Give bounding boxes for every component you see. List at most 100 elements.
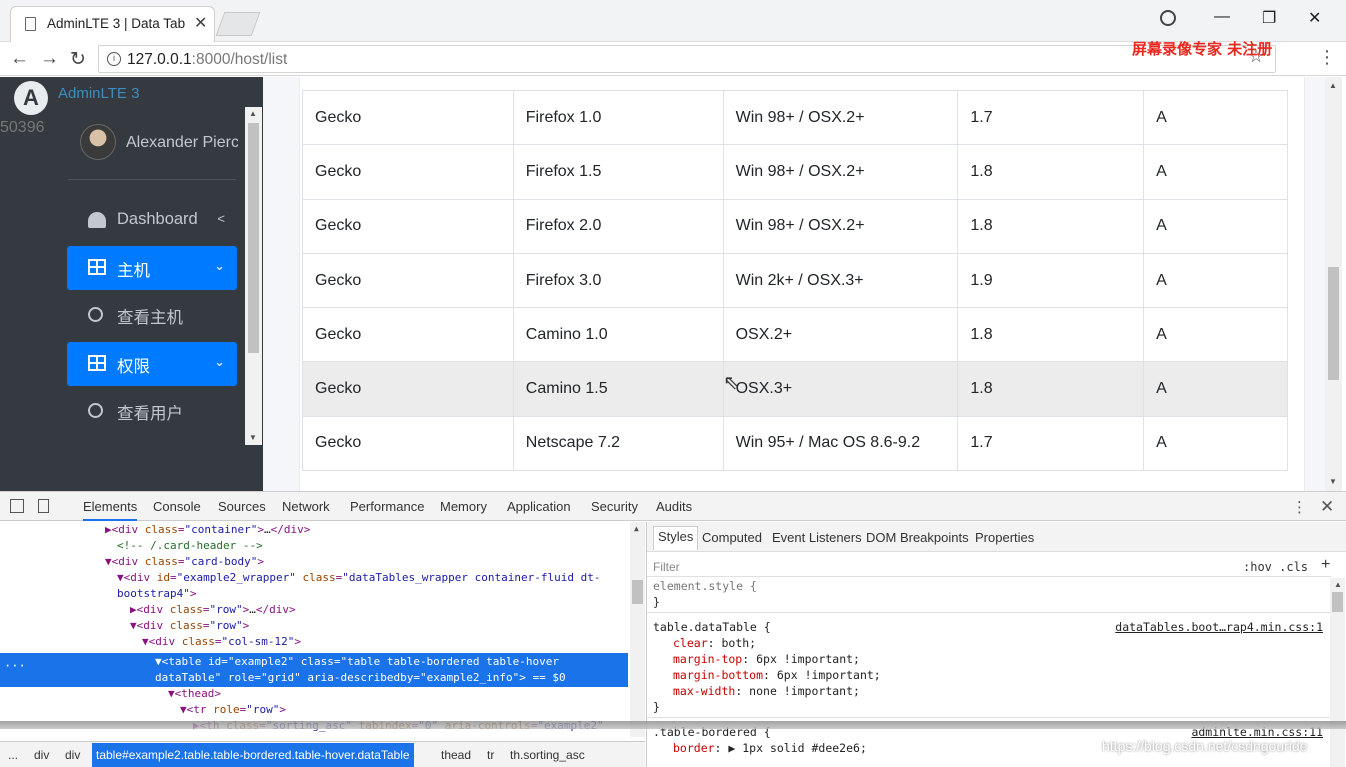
forward-icon[interactable]: → [40,48,59,70]
dom-comment[interactable]: <!-- /.card-header --> [117,538,263,554]
tab-memory[interactable]: Memory [440,499,487,514]
devtools-menu-icon[interactable]: ⋮ [1292,498,1307,516]
new-tab-button[interactable] [215,12,261,36]
style-property[interactable]: margin-bottom: 6px !important; [673,667,881,683]
scroll-up-icon[interactable]: ▲ [634,524,639,533]
sidebar-item-view-hosts[interactable]: 查看主机 [67,293,237,337]
styles-scrollbar[interactable]: ▲ [1330,578,1345,767]
account-icon[interactable] [1160,10,1176,26]
table-row[interactable]: Gecko Camino 1.0 OSX.2+ 1.8 A [302,307,1288,363]
close-tab-icon[interactable]: ✕ [194,13,207,33]
devtools-close-icon[interactable]: ✕ [1320,497,1334,517]
brand-text[interactable]: AdminLTE 3 [58,85,139,102]
styles-filter-input[interactable]: Filter [653,560,680,574]
scroll-up-icon[interactable]: ▲ [1329,81,1337,90]
breadcrumb-item[interactable]: thead [441,748,471,762]
browser-tab[interactable]: AdminLTE 3 | Data Tab ✕ [10,6,215,42]
tab-security[interactable]: Security [591,499,638,514]
table-cell: Firefox 1.5 [512,144,724,200]
rule-selector[interactable]: element.style { [653,578,757,594]
table-row[interactable]: Gecko Camino 1.5 OSX.3+ 1.8 A [302,361,1288,417]
tab-properties[interactable]: Properties [975,530,1034,545]
tab-event-listeners[interactable]: Event Listeners [772,530,862,545]
sidebar-item-permissions[interactable]: 权限 ⌄ [67,342,237,386]
table-cell: 1.7 [957,89,1145,146]
table-row[interactable]: Gecko Netscape 7.2 Win 95+ / Mac OS 8.6-9.… [302,415,1288,472]
rule-selector[interactable]: table.dataTable { dataTables.boot…rap4.m… [653,619,1323,635]
dom-node[interactable]: ▼<div class="card-body"> [105,554,264,570]
tab-audits[interactable]: Audits [656,499,692,514]
table-cell: 1.8 [957,144,1145,200]
sidebar-item-dashboard[interactable]: Dashboard < [67,199,237,243]
page-scrollbar[interactable]: ▲ ▼ [1325,77,1342,491]
selected-dom-node[interactable]: ··· ▼<table id="example2" class="table t… [0,653,628,687]
tab-styles[interactable]: Styles [653,526,699,550]
scroll-up-icon[interactable]: ▲ [249,109,257,118]
breadcrumb-item[interactable]: tr [487,748,494,762]
table-row[interactable]: Gecko Firefox 1.5 Win 98+ / OSX.2+ 1.8 A [302,144,1288,200]
sidebar-scrollbar[interactable]: ▲ ▼ [245,107,262,445]
sidebar-item-hosts[interactable]: 主机 ⌄ [67,246,237,290]
tab-console[interactable]: Console [153,499,201,514]
user-name[interactable]: Alexander Pierce [126,134,238,152]
info-icon[interactable]: i [107,52,121,66]
style-property[interactable]: margin-top: 6px !important; [673,651,860,667]
dom-node-line: ▼<table id="example2" class="table table… [155,655,560,668]
table-cell: 1.8 [957,307,1145,363]
table-row[interactable]: Gecko Firefox 2.0 Win 98+ / OSX.2+ 1.8 A [302,198,1288,254]
browser-menu-icon[interactable]: ⋮ [1318,47,1336,68]
scrollbar-thumb[interactable] [1328,267,1339,380]
scroll-down-icon[interactable]: ▼ [249,433,257,442]
breadcrumb-item[interactable]: table#example2.table.table-bordered.tabl… [92,743,414,767]
device-toolbar-icon[interactable] [38,499,49,513]
table-row[interactable]: Gecko Firefox 3.0 Win 2k+ / OSX.3+ 1.9 A [302,252,1288,309]
tab-sources[interactable]: Sources [218,499,266,514]
table-row[interactable]: Gecko Firefox 1.0 Win 98+ / OSX.2+ 1.7 A [302,89,1288,146]
back-icon[interactable]: ← [10,48,29,70]
sidebar-item-view-users[interactable]: 查看用户 [67,389,237,433]
rule-source-link[interactable]: dataTables.boot…rap4.min.css:1 [1115,619,1323,635]
dom-node[interactable]: ▶<div class="row">…</div> [130,602,296,618]
scrollbar-thumb[interactable] [1332,592,1343,612]
dom-node[interactable]: bootstrap4"> [117,586,196,602]
tab-application[interactable]: Application [507,499,571,514]
elements-scrollbar[interactable]: ▲ [630,522,645,737]
tab-network[interactable]: Network [282,499,330,514]
minimize-icon[interactable]: — [1214,8,1230,26]
reload-icon[interactable]: ↻ [70,48,86,71]
scroll-up-icon[interactable]: ▲ [1334,580,1342,589]
tab-elements[interactable]: Elements [83,499,138,521]
dom-node[interactable]: ▼<div class="row"> [130,618,249,634]
elements-tree[interactable]: ▶<div class="container">…</div> <!-- /.c… [0,522,645,737]
scroll-down-icon[interactable]: ▼ [1329,477,1337,486]
tab-computed[interactable]: Computed [702,530,762,545]
scrollbar-thumb[interactable] [248,123,259,353]
scrollbar-thumb[interactable] [632,580,643,604]
style-property[interactable]: clear: both; [673,635,756,651]
dom-node[interactable]: ▼<tr role="row"> [180,702,286,718]
breadcrumb-item[interactable]: div [65,748,80,762]
inspect-icon[interactable] [10,499,24,513]
page-viewport: A AdminLTE 3 50396 Alexander Pierce Dash… [0,77,1346,491]
restore-icon[interactable]: ❐ [1262,8,1276,28]
dom-node[interactable]: ▶<div class="container">…</div> [105,522,310,538]
dom-node[interactable]: ▼<div class="col-sm-12"> [142,634,301,650]
add-rule-icon[interactable]: + [1321,556,1330,574]
avatar[interactable] [80,124,116,160]
dom-node[interactable]: ▼<thead> [168,686,221,702]
table-cell: Firefox 1.0 [512,89,724,146]
more-icon[interactable]: ··· [4,659,26,673]
style-property[interactable]: border: ▶ 1px solid #dee2e6; [673,740,867,756]
breadcrumb-item[interactable]: th.sorting_asc [510,748,585,762]
breadcrumb-item[interactable]: ... [8,748,18,762]
dom-node[interactable]: ▼<div id="example2_wrapper" class="dataT… [117,570,601,586]
tab-performance[interactable]: Performance [350,499,424,514]
style-property[interactable]: max-width: none !important; [673,683,860,699]
close-window-icon[interactable]: ✕ [1308,8,1321,28]
tab-dom-breakpoints[interactable]: DOM Breakpoints [866,530,969,545]
table-cell: A [1143,198,1288,254]
hov-cls-toggle[interactable]: :hov .cls [1243,560,1308,574]
address-bar[interactable]: i 127.0.0.1:8000/host/list [98,45,1276,73]
brand-logo[interactable]: A [14,81,48,115]
breadcrumb-item[interactable]: div [34,748,49,762]
